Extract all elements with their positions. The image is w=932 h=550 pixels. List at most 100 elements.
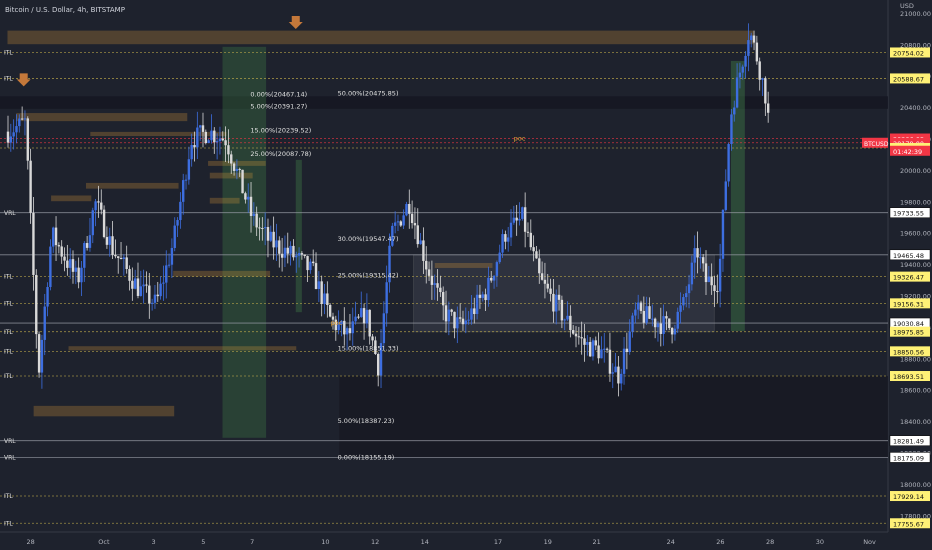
candle-body-5 [20, 118, 24, 120]
candle-body-73 [213, 130, 216, 143]
candle-body-45 [133, 278, 137, 289]
candle-body-12 [40, 339, 44, 373]
candle-body-77 [224, 140, 227, 146]
candle-body-145 [416, 225, 419, 245]
orange-zone-11 [33, 405, 175, 417]
candle-body-174 [498, 252, 501, 263]
candle-body-74 [215, 141, 219, 143]
band-top [0, 96, 888, 109]
candle-body-79 [230, 154, 233, 164]
candle-body-218 [622, 348, 626, 374]
candle-body-76 [221, 138, 224, 141]
candle-body-109 [314, 263, 318, 289]
candle-body-108 [312, 261, 315, 264]
price-chart[interactable]: 0.00%(20467.14) 5.00%(20391.27) 15.00%(202… [0, 0, 932, 550]
candle-body-28 [85, 243, 89, 248]
poc-label-0: poc [514, 135, 526, 143]
candle-body-127 [365, 309, 369, 324]
chart-stage: 0.00%(20467.14) 5.00%(20391.27) 15.00%(202… [0, 0, 932, 550]
candle-body-60 [176, 220, 179, 226]
x-tick-10: 21 [592, 538, 600, 546]
candle-body-72 [210, 130, 213, 141]
candle-body-59 [173, 225, 176, 248]
candle-body-185 [529, 232, 532, 248]
candle-body-99 [286, 247, 289, 254]
price-tag-0: 20754.02 [893, 49, 924, 57]
candle-body-75 [218, 138, 222, 142]
candle-body-228 [651, 318, 654, 320]
candle-body-40 [119, 257, 123, 259]
candle-body-201 [574, 333, 578, 337]
candle-body-232 [662, 316, 665, 334]
candle-body-239 [682, 297, 685, 306]
candle-body-141 [405, 203, 408, 216]
candle-body-172 [492, 275, 496, 281]
candle-body-80 [232, 163, 236, 171]
candle-body-144 [413, 223, 417, 226]
green-zone-3 [295, 159, 302, 313]
candle-body-244 [696, 248, 699, 258]
candle-body-234 [668, 318, 671, 328]
candle-body-208 [594, 340, 597, 346]
candle-body-133 [382, 313, 386, 344]
candle-body-206 [588, 342, 592, 357]
candle-body-54 [159, 283, 162, 297]
candle-body-100 [289, 245, 292, 254]
left-level-label-3: ITL [4, 274, 13, 281]
orange-zone-1 [16, 113, 188, 122]
price-tag-12: 18693.51 [893, 373, 924, 381]
fib-label-7: 15.00%(18851.33) [338, 344, 399, 352]
candle-body-122 [351, 321, 354, 334]
candle-body-153 [439, 287, 442, 293]
candle-body-43 [128, 269, 131, 281]
fib-label-8: 5.00%(18387.23) [338, 417, 395, 425]
candle-body-105 [303, 254, 306, 257]
countdown: 01:42:39 [893, 148, 922, 156]
candle-body-52 [153, 294, 157, 303]
candle-body-58 [170, 247, 174, 265]
candle-body-121 [348, 328, 352, 334]
candle-body-67 [196, 127, 199, 148]
candle-body-146 [419, 240, 422, 245]
x-tick-5: 10 [321, 538, 329, 546]
orange-zone-8 [173, 270, 271, 277]
candle-body-107 [309, 261, 312, 271]
candle-body-247 [704, 263, 708, 283]
left-level-label-9: VRL [4, 454, 16, 461]
price-tag-1: 20588.67 [893, 75, 924, 83]
candle-body-71 [207, 140, 210, 144]
candle-body-215 [614, 366, 617, 373]
left-level-label-8: VRL [4, 438, 16, 445]
candle-body-62 [182, 180, 185, 202]
price-tag-8: 19156.31 [893, 300, 924, 308]
candle-body-254 [724, 181, 727, 210]
candle-body-224 [639, 302, 643, 311]
candle-body-200 [571, 330, 575, 334]
candle-body-49 [145, 284, 148, 286]
candle-body-198 [566, 315, 569, 320]
candle-body-262 [747, 40, 750, 56]
candle-body-69 [201, 125, 205, 132]
candle-body-180 [515, 217, 518, 221]
candle-body-8 [29, 160, 32, 213]
candle-body-94 [272, 231, 275, 248]
candle-body-82 [238, 168, 241, 170]
candle-body-20 [63, 256, 66, 261]
candle-body-14 [46, 286, 49, 307]
candle-body-163 [467, 319, 470, 321]
candle-body-44 [131, 280, 134, 289]
candle-body-139 [399, 221, 403, 226]
candle-body-231 [659, 323, 662, 334]
left-level-label-7: ITL [4, 373, 13, 380]
candle-body-162 [464, 320, 467, 325]
candle-body-2 [12, 132, 15, 137]
candle-body-111 [320, 281, 323, 304]
candle-body-265 [755, 42, 759, 62]
candle-body-261 [744, 55, 747, 67]
candle-body-217 [620, 373, 623, 384]
candle-body-255 [727, 144, 730, 182]
orange-zone-10 [434, 263, 493, 268]
candle-body-124 [357, 316, 360, 318]
candle-body-57 [167, 264, 171, 266]
candle-body-184 [526, 231, 530, 233]
